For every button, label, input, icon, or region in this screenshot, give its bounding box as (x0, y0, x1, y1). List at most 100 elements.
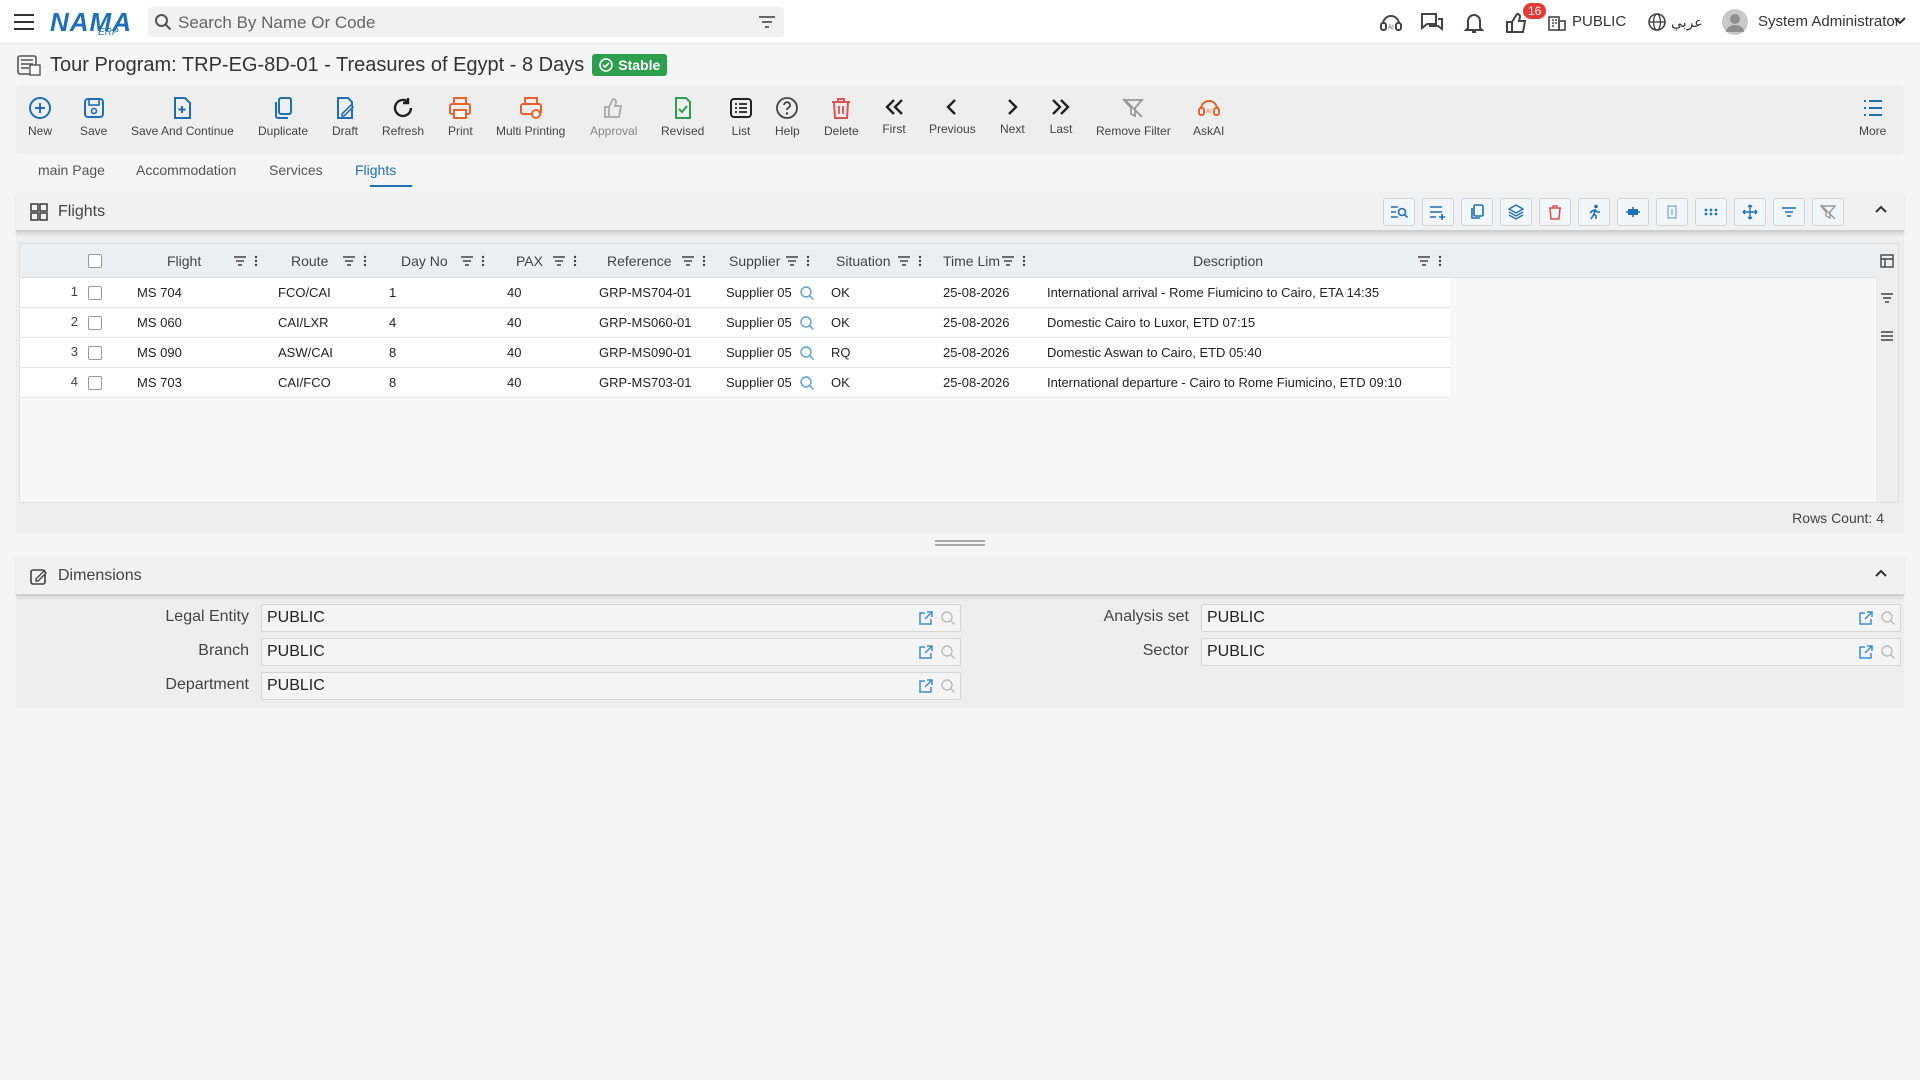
run-icon[interactable] (1578, 198, 1610, 226)
cell-day-no[interactable]: 4 (389, 315, 396, 330)
lookup-icon[interactable] (940, 644, 956, 660)
avatar[interactable] (1722, 9, 1748, 35)
tab-services[interactable]: Services (269, 162, 323, 178)
tab-flights[interactable]: Flights (355, 162, 396, 178)
column-filter-icon[interactable] (342, 254, 368, 268)
cell-pax[interactable]: 40 (507, 345, 521, 360)
column-filter-icon[interactable] (897, 254, 923, 268)
table-row[interactable]: 2 MS 060 CAI/LXR 4 40 GRP-MS060-01 Suppl… (20, 308, 1450, 338)
legal-entity-field[interactable]: PUBLIC (261, 604, 961, 632)
column-filter-icon[interactable] (1417, 254, 1443, 268)
cell-time-limit[interactable]: 25-08-2026 (943, 345, 1010, 360)
lookup-icon[interactable] (799, 315, 815, 331)
filter-rows-icon[interactable] (1773, 198, 1805, 226)
branch-field[interactable]: PUBLIC (261, 638, 961, 666)
table-row[interactable]: 1 MS 704 FCO/CAI 1 40 GRP-MS704-01 Suppl… (20, 278, 1450, 308)
multi-printing-button[interactable]: Multi Printing (496, 96, 565, 138)
new-button[interactable]: New (28, 96, 52, 138)
open-link-icon[interactable] (918, 644, 934, 660)
add-row-icon[interactable] (1422, 198, 1454, 226)
refresh-button[interactable]: Refresh (382, 96, 424, 138)
user-name[interactable]: System Administrator (1758, 13, 1900, 30)
previous-button[interactable]: Previous (929, 96, 976, 136)
cell-day-no[interactable]: 8 (389, 375, 396, 390)
layers-icon[interactable] (1500, 198, 1532, 226)
app-logo[interactable]: NAMA ERP (50, 4, 131, 38)
cell-supplier[interactable]: Supplier 05 (726, 375, 794, 390)
filters-panel-icon[interactable] (1880, 292, 1894, 304)
cell-pax[interactable]: 40 (507, 315, 521, 330)
collapse-flights-icon[interactable] (1874, 204, 1888, 214)
open-link-icon[interactable] (918, 678, 934, 694)
cell-description[interactable]: Domestic Cairo to Luxor, ETD 07:15 (1047, 315, 1255, 330)
move-icon[interactable] (1734, 198, 1766, 226)
approval-button[interactable]: Approval (590, 96, 637, 138)
select-all-checkbox[interactable] (88, 254, 102, 268)
lookup-icon[interactable] (940, 610, 956, 626)
cell-time-limit[interactable]: 25-08-2026 (943, 285, 1010, 300)
menu-icon[interactable] (12, 10, 36, 34)
company-name[interactable]: PUBLIC (1572, 13, 1626, 30)
column-filter-icon[interactable] (1001, 254, 1027, 268)
column-filter-icon[interactable] (460, 254, 486, 268)
cell-reference[interactable]: GRP-MS060-01 (599, 315, 691, 330)
lookup-icon[interactable] (799, 285, 815, 301)
print-button[interactable]: Print (448, 96, 473, 138)
cell-reference[interactable]: GRP-MS704-01 (599, 285, 691, 300)
cell-route[interactable]: CAI/FCO (278, 375, 331, 390)
column-width-icon[interactable] (1656, 198, 1688, 226)
columns-panel-icon[interactable] (1880, 254, 1894, 268)
delete-row-icon[interactable] (1539, 198, 1571, 226)
column-header-reference[interactable]: Reference (607, 253, 672, 269)
cell-situation[interactable]: OK (831, 315, 850, 330)
cell-time-limit[interactable]: 25-08-2026 (943, 315, 1010, 330)
cell-description[interactable]: International arrival - Rome Fiumicino t… (1047, 285, 1379, 300)
dots-grid-icon[interactable] (1695, 198, 1727, 226)
ai-support-icon[interactable]: AI (1378, 10, 1404, 36)
cell-day-no[interactable]: 8 (389, 345, 396, 360)
cell-situation[interactable]: OK (831, 285, 850, 300)
sector-field[interactable]: PUBLIC (1201, 638, 1901, 666)
column-header-day-no[interactable]: Day No (401, 253, 448, 269)
cell-situation[interactable]: OK (831, 375, 850, 390)
row-checkbox[interactable] (88, 286, 102, 300)
save-and-continue-button[interactable]: Save And Continue (131, 96, 234, 138)
chat-icon[interactable] (1419, 10, 1445, 36)
cell-description[interactable]: Domestic Aswan to Cairo, ETD 05:40 (1047, 345, 1262, 360)
tab-accommodation[interactable]: Accommodation (136, 162, 236, 178)
analysis-set-field[interactable]: PUBLIC (1201, 604, 1901, 632)
cell-route[interactable]: ASW/CAI (278, 345, 333, 360)
duplicate-button[interactable]: Duplicate (258, 96, 308, 138)
column-filter-icon[interactable] (552, 254, 578, 268)
lookup-icon[interactable] (1880, 644, 1896, 660)
language-switch[interactable]: عربي (1671, 14, 1703, 31)
company-icon[interactable] (1547, 12, 1573, 38)
column-header-description[interactable]: Description (1193, 253, 1263, 269)
open-link-icon[interactable] (1858, 610, 1874, 626)
revised-button[interactable]: Revised (661, 96, 704, 138)
column-header-route[interactable]: Route (291, 253, 328, 269)
open-link-icon[interactable] (1858, 644, 1874, 660)
lookup-icon[interactable] (799, 375, 815, 391)
row-checkbox[interactable] (88, 376, 102, 390)
cell-pax[interactable]: 40 (507, 375, 521, 390)
cell-flight[interactable]: MS 703 (137, 375, 182, 390)
cell-description[interactable]: International departure - Cairo to Rome … (1047, 375, 1402, 390)
cell-situation[interactable]: RQ (831, 345, 851, 360)
column-header-time-limit[interactable]: Time Lim (943, 253, 1000, 269)
cell-flight[interactable]: MS 060 (137, 315, 182, 330)
column-filter-icon[interactable] (233, 254, 259, 268)
cell-day-no[interactable]: 1 (389, 285, 396, 300)
cell-flight[interactable]: MS 704 (137, 285, 182, 300)
column-filter-icon[interactable] (785, 254, 811, 268)
cell-route[interactable]: FCO/CAI (278, 285, 331, 300)
copy-row-icon[interactable] (1461, 198, 1493, 226)
next-button[interactable]: Next (1000, 96, 1025, 136)
row-checkbox[interactable] (88, 316, 102, 330)
column-filter-icon[interactable] (681, 254, 707, 268)
cell-supplier[interactable]: Supplier 05 (726, 345, 794, 360)
lookup-icon[interactable] (799, 345, 815, 361)
search-rows-icon[interactable] (1383, 198, 1415, 226)
collapse-dimensions-icon[interactable] (1874, 568, 1888, 578)
column-header-flight[interactable]: Flight (167, 253, 201, 269)
